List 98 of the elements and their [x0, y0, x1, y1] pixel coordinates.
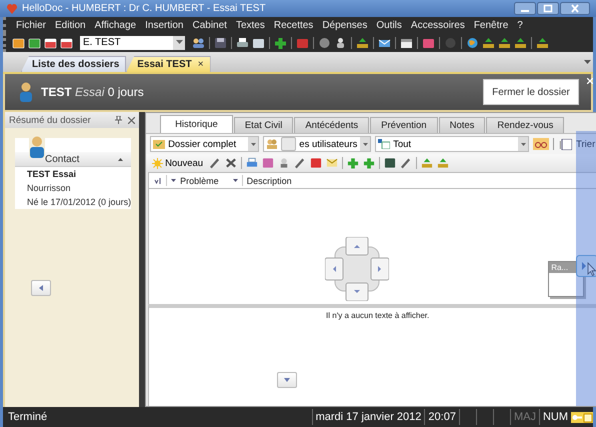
calendar-icon[interactable] — [60, 36, 73, 48]
dropdown-icon[interactable] — [520, 142, 526, 146]
tray-icon[interactable] — [514, 36, 527, 48]
delete-icon[interactable] — [225, 157, 238, 169]
record-tab[interactable]: Antécédents — [294, 117, 370, 133]
plus-icon[interactable] — [347, 157, 360, 169]
menu-item[interactable]: Insertion — [145, 20, 184, 30]
folder-check-icon — [153, 139, 166, 149]
record-tab[interactable]: Historique — [160, 115, 233, 133]
star-icon — [152, 158, 164, 168]
person-icon — [29, 136, 45, 158]
pin-icon[interactable] — [115, 116, 122, 124]
dropdown-icon[interactable] — [176, 40, 182, 45]
printer-icon[interactable] — [236, 36, 249, 48]
people-icon — [266, 139, 278, 149]
dropdown-icon[interactable] — [232, 179, 238, 182]
card-icon[interactable] — [28, 36, 41, 48]
scroll-down-button[interactable] — [277, 372, 298, 388]
status-date: mardi 17 janvier 2012 — [312, 409, 424, 425]
tray-icon[interactable] — [437, 157, 450, 169]
panel-title: Résumé du dossier — [9, 114, 91, 126]
pen-icon[interactable] — [209, 157, 222, 169]
document-tab[interactable]: Essai TEST × — [126, 56, 211, 72]
drag-ghost — [280, 137, 296, 151]
column-header[interactable]: Problème — [180, 176, 219, 186]
menu-item[interactable]: Affichage — [94, 20, 136, 30]
contact-name: TEST Essai — [26, 168, 78, 181]
collapse-icon[interactable] — [118, 158, 124, 160]
record-filter-combo[interactable]: Dossier complet — [150, 136, 260, 152]
sort-order-icon[interactable] — [154, 176, 162, 184]
close-icon[interactable] — [128, 116, 136, 124]
dropdown-icon[interactable] — [250, 142, 256, 146]
close-file-button[interactable]: Fermer le dossier — [483, 79, 579, 105]
status-message: Terminé — [8, 411, 48, 423]
card-icon[interactable] — [12, 36, 25, 48]
contact-category: Nourrisson — [26, 182, 72, 195]
menu-item[interactable]: Recettes — [274, 20, 314, 30]
users-filter-combo[interactable]: es utilisateurs — [263, 136, 372, 152]
menu-item[interactable]: Fenêtre — [474, 20, 508, 30]
pen-icon[interactable] — [294, 157, 306, 169]
card-icon[interactable] — [384, 157, 396, 169]
minimize-icon[interactable] — [514, 2, 536, 15]
dropdown-icon[interactable] — [362, 142, 368, 146]
tray-icon[interactable] — [536, 36, 549, 48]
tray-icon[interactable] — [498, 36, 511, 48]
scroll-left-button[interactable] — [31, 280, 51, 296]
dropdown-icon[interactable] — [171, 179, 176, 182]
tray-icon[interactable] — [356, 36, 369, 48]
chevron-icon[interactable] — [584, 60, 591, 64]
record-tab[interactable]: Prévention — [370, 117, 438, 133]
pen-icon[interactable] — [400, 157, 412, 169]
menu-item[interactable]: Accessoires — [410, 20, 465, 30]
tray-icon[interactable] — [482, 36, 495, 48]
dock-right-icon[interactable] — [576, 255, 596, 277]
menu-item[interactable]: ? — [517, 20, 523, 30]
menu-item[interactable]: Dépenses — [322, 20, 368, 30]
left-arrow-icon — [39, 285, 43, 291]
menu-item[interactable]: Textes — [236, 20, 265, 30]
empty-message: Il n'y a aucun texte à afficher. — [326, 311, 430, 320]
calendar-icon[interactable] — [400, 36, 413, 48]
scope-filter-combo[interactable]: Tout — [375, 136, 530, 152]
patient-name: TEST Essai 0 jours — [41, 85, 144, 99]
menu-item[interactable]: Outils — [376, 20, 402, 30]
plus-icon[interactable] — [274, 36, 287, 48]
down-arrow-icon — [284, 378, 290, 382]
app-logo-icon — [6, 2, 18, 14]
globe-icon[interactable] — [466, 36, 479, 48]
card-icon[interactable] — [252, 36, 265, 48]
people-icon[interactable] — [192, 36, 205, 48]
record-tab[interactable]: Etat Civil — [234, 117, 294, 133]
status-time: 20:07 — [424, 409, 459, 425]
envelope-icon[interactable] — [378, 36, 391, 48]
key-folder-icon — [571, 412, 593, 422]
glasses-icon[interactable] — [533, 138, 550, 150]
new-button[interactable]: Nouveau — [150, 158, 206, 168]
close-icon[interactable] — [560, 2, 590, 15]
column-header[interactable]: Description — [246, 176, 292, 186]
circle-icon[interactable] — [318, 36, 331, 48]
document-tab[interactable]: Liste des dossiers — [21, 56, 126, 72]
patient-combo[interactable]: E. TEST — [80, 36, 185, 50]
person-icon — [19, 82, 33, 102]
record-tab[interactable]: Rendez-vous — [486, 117, 564, 133]
contact-header[interactable]: Contact — [15, 152, 132, 167]
calendar-icon[interactable] — [44, 36, 57, 48]
sort-icon — [560, 138, 572, 150]
menu-item[interactable]: Edition — [55, 20, 86, 30]
document-icon — [378, 139, 390, 149]
tray-icon[interactable] — [421, 157, 434, 169]
plus-icon[interactable] — [363, 157, 376, 169]
window-title: HelloDoc - HUMBERT : Dr C. HUMBERT - Essai TEST — [22, 3, 266, 14]
record-tab[interactable]: Notes — [438, 117, 486, 133]
menu-item[interactable]: Fichier — [16, 20, 46, 30]
sort-button[interactable]: Trier — [558, 138, 596, 150]
birth-date: Né le 17/01/2012 (0 jours) — [26, 196, 132, 209]
key-indicator: MAJ — [510, 409, 539, 425]
maximize-icon[interactable] — [537, 2, 559, 15]
menu-item[interactable]: Cabinet — [192, 20, 227, 30]
person-icon[interactable] — [334, 36, 347, 48]
